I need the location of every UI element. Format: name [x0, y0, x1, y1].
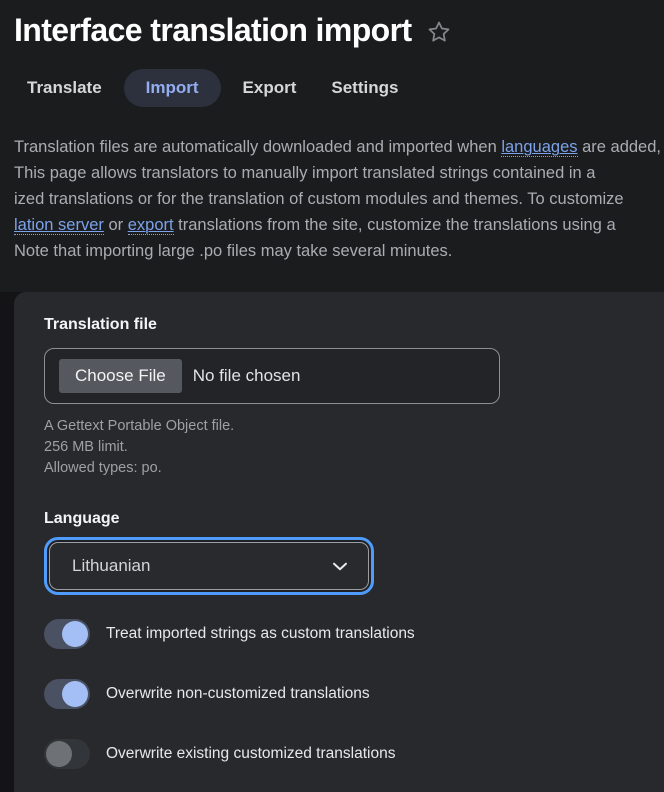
page-header: Interface translation import — [0, 0, 664, 52]
toggle-label: Treat imported strings as custom transla… — [106, 625, 415, 642]
description-line: Note that importing large .po files may … — [14, 242, 453, 260]
toggle-overwrite-non-customized[interactable]: Overwrite non-customized translations — [44, 679, 664, 709]
toggle-label: Overwrite non-customized translations — [106, 685, 370, 702]
tab-bar: Translate Import Export Settings — [14, 68, 664, 108]
description-line: Translation files are automatically down… — [14, 138, 664, 157]
page-header-region: Interface translation import Translate I… — [0, 0, 664, 292]
import-options: Treat imported strings as custom transla… — [44, 619, 664, 769]
page-title: Interface translation import — [14, 12, 412, 48]
toggle-knob — [62, 621, 88, 647]
toggle-switch[interactable] — [44, 679, 90, 709]
language-select-value: Lithuanian — [72, 556, 151, 575]
translation-file-label: Translation file — [44, 316, 157, 333]
description-line: ized translations or for the translation… — [14, 190, 624, 208]
localization-server-link[interactable]: lation server — [14, 216, 104, 235]
language-label: Language — [44, 510, 120, 527]
tab-translate[interactable]: Translate — [14, 69, 115, 107]
toggle-label: Overwrite existing customized translatio… — [106, 745, 396, 762]
language-select[interactable]: Lithuanian — [49, 542, 369, 590]
description-line: lation server or export translations fro… — [14, 216, 616, 235]
export-link[interactable]: export — [127, 216, 174, 235]
toggle-knob — [46, 741, 72, 767]
translation-file-input[interactable]: Choose File No file chosen — [44, 348, 500, 404]
languages-link[interactable]: languages — [501, 138, 578, 157]
help-line-allowed-types: Allowed types: po. — [44, 460, 162, 476]
choose-file-button[interactable]: Choose File — [59, 359, 182, 393]
toggle-custom-translations[interactable]: Treat imported strings as custom transla… — [44, 619, 664, 649]
file-chosen-status: No file chosen — [192, 366, 301, 385]
language-select-focus-ring: Lithuanian — [44, 537, 374, 595]
toggle-switch[interactable] — [44, 739, 90, 769]
bookmark-star-icon[interactable] — [426, 19, 452, 45]
description-line: This page allows translators to manually… — [14, 164, 596, 182]
help-line-file-type: A Gettext Portable Object file. — [44, 418, 235, 434]
toggle-overwrite-customized[interactable]: Overwrite existing customized translatio… — [44, 739, 664, 769]
tab-import[interactable]: Import — [123, 69, 221, 107]
file-field-help: A Gettext Portable Object file. 256 MB l… — [44, 416, 664, 479]
chevron-down-icon — [329, 555, 351, 577]
tab-export[interactable]: Export — [230, 69, 310, 107]
import-form-card: Translation file Choose File No file cho… — [14, 292, 664, 792]
toggle-knob — [62, 681, 88, 707]
help-line-size-limit: 256 MB limit. — [44, 439, 128, 455]
page-description: Translation files are automatically down… — [14, 134, 664, 264]
toggle-switch[interactable] — [44, 619, 90, 649]
tab-settings[interactable]: Settings — [318, 69, 411, 107]
